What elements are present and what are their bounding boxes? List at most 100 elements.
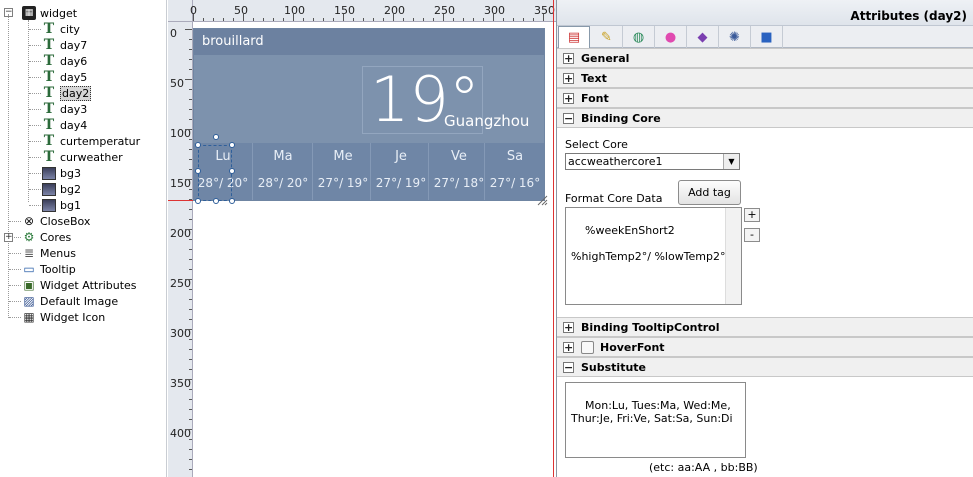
tree-node-label: bg3 — [60, 166, 81, 180]
resize-handle[interactable] — [195, 168, 201, 174]
ruler-top-label: 350 — [534, 4, 555, 17]
tree-node-bg3[interactable]: bg3 — [42, 165, 81, 181]
section-general[interactable]: + General — [557, 48, 973, 68]
selection-box-day2[interactable] — [195, 134, 235, 204]
tree-node-day2[interactable]: Tday2 — [42, 85, 92, 101]
tree-node-widget[interactable]: ▦ widget — [22, 5, 77, 21]
section-text[interactable]: + Text — [557, 68, 973, 88]
section-binding-tooltip[interactable]: + Binding TooltipControl — [557, 317, 973, 337]
tree-node-label: day5 — [60, 70, 88, 84]
tab-shapes[interactable]: ◍ — [623, 26, 655, 48]
resize-handle[interactable] — [213, 134, 219, 140]
section-binding-core[interactable]: − Binding Core — [557, 108, 973, 128]
ruler-top-label: 100 — [284, 4, 305, 17]
forecast-temp-label[interactable]: 27°/ 19° — [370, 176, 432, 190]
expand-icon[interactable]: + — [563, 72, 574, 84]
section-hoverfont[interactable]: + HoverFont — [557, 337, 973, 357]
tree-node-widget-attributes[interactable]: ▣ Widget Attributes — [22, 277, 136, 293]
tree-node-curtemperatur[interactable]: Tcurtemperatur — [42, 133, 140, 149]
tree-node-menus[interactable]: ≣ Menus — [22, 245, 76, 261]
tree-node-label: day2 — [60, 85, 92, 101]
section-label: Binding TooltipControl — [581, 320, 720, 334]
section-font[interactable]: + Font — [557, 88, 973, 108]
tree-node-label: Tooltip — [40, 262, 76, 276]
tab-calendar[interactable]: ▤ — [558, 26, 590, 48]
tree-node-day5[interactable]: Tday5 — [42, 69, 87, 85]
ruler-top-label: 300 — [484, 4, 505, 17]
forecast-strip: Lu 28°/ 20° Ma 28°/ 20° Me 27°/ 19° Je 27°/ 19°… — [194, 143, 544, 200]
ruler-icon: ✎ — [601, 29, 612, 45]
tree-node-day4[interactable]: Tday4 — [42, 117, 87, 133]
tooltip-icon: ▭ — [23, 262, 35, 276]
forecast-day-label[interactable]: Sa — [486, 149, 544, 164]
gear-icon: ✺ — [729, 29, 740, 45]
format-core-label: Format Core Data — [565, 192, 663, 205]
expand-icon[interactable]: + — [563, 341, 574, 353]
resize-handle[interactable] — [195, 198, 201, 204]
substitute-textarea[interactable]: Mon:Lu, Tues:Ma, Wed:Me, Thur:Je, Fri:Ve… — [565, 382, 746, 458]
tree-node-day3[interactable]: Tday3 — [42, 101, 87, 117]
chevron-down-icon[interactable]: ▼ — [723, 154, 739, 169]
select-core-dropdown[interactable]: accweathercore1 ▼ — [565, 153, 740, 170]
hoverfont-checkbox[interactable] — [581, 340, 594, 354]
forecast-day-label[interactable]: Ma — [254, 149, 312, 164]
collapse-icon[interactable]: − — [563, 112, 574, 124]
tree-node-day6[interactable]: Tday6 — [42, 53, 87, 69]
tree-node-day7[interactable]: Tday7 — [42, 37, 87, 53]
tree-node-curweather[interactable]: Tcurweather — [42, 149, 123, 165]
design-canvas[interactable]: 0 50 100 150 200 250 300 350 0 50 100 150 200 250 300… — [168, 0, 556, 477]
section-label: Binding Core — [581, 111, 661, 125]
expand-toggle-cores[interactable]: + — [4, 233, 13, 242]
tree-node-label: curtemperatur — [60, 134, 141, 148]
ruler-top-label: 200 — [384, 4, 405, 17]
forecast-temp-label[interactable]: 27°/ 19° — [312, 176, 374, 190]
expand-icon[interactable]: + — [563, 52, 574, 64]
tab-colors[interactable]: ● — [655, 26, 687, 48]
tree-node-label: day3 — [60, 102, 88, 116]
weather-widget-preview[interactable]: brouillard 19° Guangzhou Lu 28°/ 20° Ma 28°… — [193, 28, 545, 201]
tree-node-bg2[interactable]: bg2 — [42, 181, 81, 197]
add-tag-button[interactable]: Add tag — [678, 180, 741, 205]
format-core-textarea[interactable]: %weekEnShort2 %highTemp2°/ %lowTemp2° — [565, 207, 742, 305]
resize-handle[interactable] — [229, 142, 235, 148]
add-line-button[interactable]: + — [744, 208, 760, 222]
resize-grip-icon[interactable] — [536, 194, 548, 206]
tab-ruler[interactable]: ✎ — [591, 26, 623, 48]
tree-node-cores[interactable]: ⚙ Cores — [22, 229, 72, 245]
ruler-left-label: 0 — [170, 27, 177, 40]
resize-handle[interactable] — [229, 198, 235, 204]
resize-handle[interactable] — [213, 198, 219, 204]
substitute-text: Mon:Lu, Tues:Ma, Wed:Me, Thur:Je, Fri:Ve… — [571, 399, 733, 425]
tree-node-closebox[interactable]: ⊗ CloseBox — [22, 213, 90, 229]
resize-handle[interactable] — [229, 168, 235, 174]
ruler-left: 050100150200250300350400450 — [168, 22, 193, 477]
remove-line-button[interactable]: - — [744, 228, 760, 242]
collapse-icon[interactable]: − — [563, 361, 574, 373]
forecast-day-label[interactable]: Je — [372, 149, 430, 164]
section-substitute[interactable]: − Substitute — [557, 357, 973, 377]
forecast-day-label[interactable]: Ve — [430, 149, 488, 164]
tree-node-label: bg2 — [60, 182, 81, 196]
forecast-temp-label[interactable]: 27°/ 16° — [484, 176, 544, 190]
city-text[interactable]: Guangzhou — [444, 112, 529, 130]
tree-node-widget-icon[interactable]: ▦ Widget Icon — [22, 309, 105, 325]
tree-node-default-image[interactable]: ▨ Default Image — [22, 293, 118, 309]
tree-node-bg1[interactable]: bg1 — [42, 197, 81, 213]
scrollbar[interactable] — [725, 208, 741, 304]
expand-icon[interactable]: + — [563, 321, 574, 333]
weather-condition-text[interactable]: brouillard — [202, 34, 264, 49]
expand-icon[interactable]: + — [563, 92, 574, 104]
tree-node-city[interactable]: Tcity — [42, 21, 80, 37]
calendar-icon: ▤ — [567, 30, 581, 45]
forecast-temp-label[interactable]: 27°/ 18° — [428, 176, 490, 190]
tab-box[interactable]: ■ — [751, 26, 783, 48]
resize-handle[interactable] — [195, 142, 201, 148]
tree-node-tooltip[interactable]: ▭ Tooltip — [22, 261, 76, 277]
shapes-icon: ◍ — [632, 29, 645, 45]
select-core-value: accweathercore1 — [568, 155, 663, 168]
tree-node-label: day6 — [60, 54, 88, 68]
tab-settings[interactable]: ✺ — [719, 26, 751, 48]
tab-cube[interactable]: ◆ — [687, 26, 719, 48]
forecast-day-label[interactable]: Me — [314, 149, 372, 164]
forecast-temp-label[interactable]: 28°/ 20° — [252, 176, 314, 190]
